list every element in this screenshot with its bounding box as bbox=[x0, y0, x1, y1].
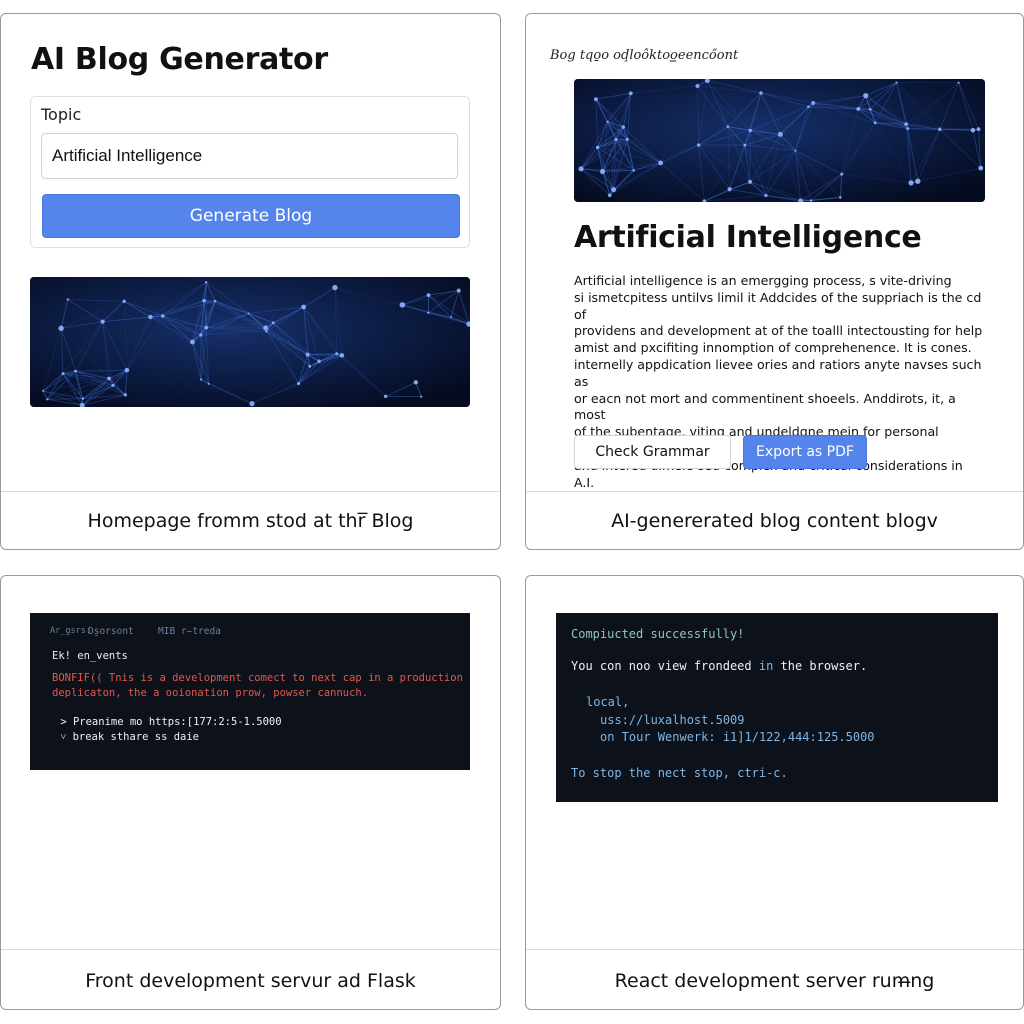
terminal-line: > Preanime mo https:[177:2:5-1.5000 bbox=[54, 716, 282, 728]
blog-title: Artificial Intelligence bbox=[574, 220, 922, 255]
topic-form: Topic Generate Blog bbox=[30, 96, 470, 248]
terminal-line: local, bbox=[586, 695, 630, 709]
blog-hero-image bbox=[574, 79, 985, 202]
blog-body-line: internelly appdication lievee ories and … bbox=[574, 356, 982, 389]
terminal-text: You con noo view frondeed bbox=[571, 659, 759, 673]
export-pdf-button[interactable]: Export as PDF bbox=[743, 435, 867, 469]
panel-caption: AI-genererated blog content blogv bbox=[611, 510, 938, 532]
terminal-text: in bbox=[758, 659, 774, 673]
caption-divider bbox=[1, 949, 500, 950]
panel-caption: Homepage fromm stod at thr̅ Blog bbox=[87, 510, 414, 532]
react-server-panel: Compiucted successfully! You con noo vie… bbox=[525, 575, 1024, 1010]
check-grammar-button[interactable]: Check Grammar bbox=[574, 435, 731, 469]
homepage-panel: AI Blog Generator Topic Generate Blog Ho… bbox=[0, 13, 501, 550]
topic-input[interactable] bbox=[41, 133, 458, 179]
terminal-window: Compiucted successfully! You con noo vie… bbox=[556, 613, 998, 802]
warning-line: BONFIF(( Tnis is a development comect to… bbox=[52, 672, 463, 684]
blog-body-line: Artificial intelligence is an emergging … bbox=[574, 273, 952, 288]
terminal-window: Ar̲gsrs: Ds̱orsont MIB r̵treda Ek! en̲ve… bbox=[30, 613, 470, 770]
terminal-line: on Tour Wenwerk: i1]1/122,444:125.5000 bbox=[600, 730, 875, 744]
blog-body-line: providens and development at of the toal… bbox=[574, 323, 983, 339]
terminal-line: Ek! en̲vents bbox=[52, 650, 128, 662]
caption-divider bbox=[526, 949, 1023, 950]
blog-header-text: Bog tqo̱o oḑloôktoo̳eencőont bbox=[550, 48, 739, 63]
panel-caption: Front development servur ad Flask bbox=[85, 970, 416, 992]
caption-divider bbox=[1, 491, 500, 492]
blog-body-line: A.I. bbox=[574, 474, 595, 490]
app-title: AI Blog Generator bbox=[31, 42, 328, 77]
terminal-line: To stop the nect stop, ctri-c. bbox=[571, 766, 788, 780]
terminal-line: uss://luxalhost.5009 bbox=[600, 713, 745, 727]
topic-label: Topic bbox=[41, 105, 82, 124]
terminal-line: MIB r̵treda bbox=[158, 626, 221, 637]
blog-body-line: si ismetcpitess untilvs limil it Addcide… bbox=[574, 289, 982, 322]
blog-body-line: or eacn not mort and commentinent shoeel… bbox=[574, 390, 956, 423]
network-graphic bbox=[30, 277, 470, 407]
generate-blog-button[interactable]: Generate Blog bbox=[42, 194, 460, 238]
terminal-line: Compiucted successfully! bbox=[571, 627, 745, 641]
terminal-line: Ar̲gsrs: bbox=[50, 626, 91, 636]
terminal-text: the browser. bbox=[773, 659, 868, 673]
warning-line: deplicaton, the a ooionation prow, powse… bbox=[52, 687, 369, 699]
flask-server-panel: Ar̲gsrs: Ds̱orsont MIB r̵treda Ek! en̲ve… bbox=[0, 575, 501, 1010]
hero-image-network bbox=[30, 277, 470, 407]
network-graphic bbox=[574, 79, 985, 202]
terminal-line: Ds̱orsont bbox=[88, 626, 134, 637]
blog-body-line: amist and pxcifiting innomption of compr… bbox=[574, 340, 972, 356]
panel-caption: React development server rum̶ng bbox=[614, 970, 935, 992]
terminal-line: You con noo view frondeed in the browser… bbox=[571, 659, 867, 673]
terminal-line: ˅ break sthare ss daie bbox=[54, 731, 199, 743]
blog-content-panel: Bog tqo̱o oḑloôktoo̳eencőont Artifici… bbox=[525, 13, 1024, 550]
caption-divider bbox=[526, 491, 1023, 492]
